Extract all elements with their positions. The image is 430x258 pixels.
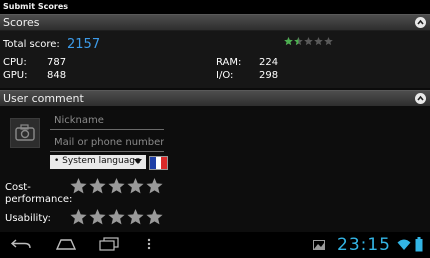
ram-label: RAM:: [216, 57, 242, 68]
gpu-label: GPU:: [3, 70, 28, 81]
star-icon: [314, 37, 323, 46]
usability-label: Usability:: [5, 213, 51, 224]
star-icon[interactable]: [127, 209, 144, 225]
star-icon[interactable]: [108, 209, 125, 225]
french-flag-icon[interactable]: [149, 156, 168, 170]
back-icon[interactable]: [10, 237, 32, 251]
scores-panel: Total score: 2157 CPU: 787 GPU: 848 RAM:…: [0, 31, 430, 88]
app-title-bar: Submit Scores: [0, 0, 430, 15]
wifi-icon: [397, 239, 411, 250]
cpu-value: 787: [47, 57, 67, 68]
gallery-notification-icon: [313, 240, 325, 250]
nickname-input[interactable]: [50, 112, 164, 130]
overflow-menu-icon[interactable]: [146, 237, 152, 251]
score-rating-stars: [284, 37, 333, 46]
star-icon[interactable]: [89, 178, 106, 194]
star-icon[interactable]: [70, 209, 87, 225]
recent-apps-icon[interactable]: [98, 237, 120, 251]
ram-value: 224: [259, 57, 279, 68]
io-value: 298: [259, 70, 279, 81]
user-comment-header-label: User comment: [3, 92, 84, 105]
cost-performance-rating[interactable]: [70, 178, 165, 196]
camera-icon: [15, 124, 35, 141]
cpu-label: CPU:: [3, 57, 27, 68]
star-icon[interactable]: [70, 178, 87, 194]
scores-collapse-button[interactable]: [415, 17, 426, 28]
star-icon[interactable]: [146, 178, 163, 194]
chevron-up-icon: [417, 19, 424, 25]
total-score-value: 2157: [67, 37, 101, 52]
usability-rating[interactable]: [70, 209, 165, 227]
star-icon[interactable]: [89, 209, 106, 225]
star-icon[interactable]: [108, 178, 125, 194]
contact-input[interactable]: [50, 134, 164, 152]
star-icon[interactable]: [127, 178, 144, 194]
cost-performance-label: Cost- performance:: [5, 182, 73, 205]
system-nav-bar: 23:15: [0, 232, 430, 258]
star-icon: [324, 37, 333, 46]
battery-icon: [415, 237, 423, 252]
star-icon: [304, 37, 313, 46]
scores-section-header[interactable]: Scores: [0, 14, 430, 31]
app-title: Submit Scores: [3, 2, 69, 11]
home-icon[interactable]: [55, 237, 77, 251]
language-select[interactable]: • System language: [50, 155, 146, 169]
total-score-label: Total score:: [3, 39, 60, 50]
star-filled-icon: [284, 37, 293, 46]
dropdown-arrow-icon: [134, 159, 142, 164]
gpu-value: 848: [47, 70, 67, 81]
status-clock: 23:15: [337, 235, 391, 255]
chevron-up-icon: [417, 95, 424, 101]
io-label: I/O:: [216, 70, 234, 81]
scores-header-label: Scores: [3, 16, 40, 29]
star-icon[interactable]: [146, 209, 163, 225]
camera-button[interactable]: [10, 118, 40, 148]
language-select-label: • System language: [54, 156, 141, 166]
user-comment-collapse-button[interactable]: [415, 93, 426, 104]
user-comment-section-header[interactable]: User comment: [0, 90, 430, 107]
user-comment-panel: • System language Cost- performance: Usa…: [0, 106, 430, 232]
